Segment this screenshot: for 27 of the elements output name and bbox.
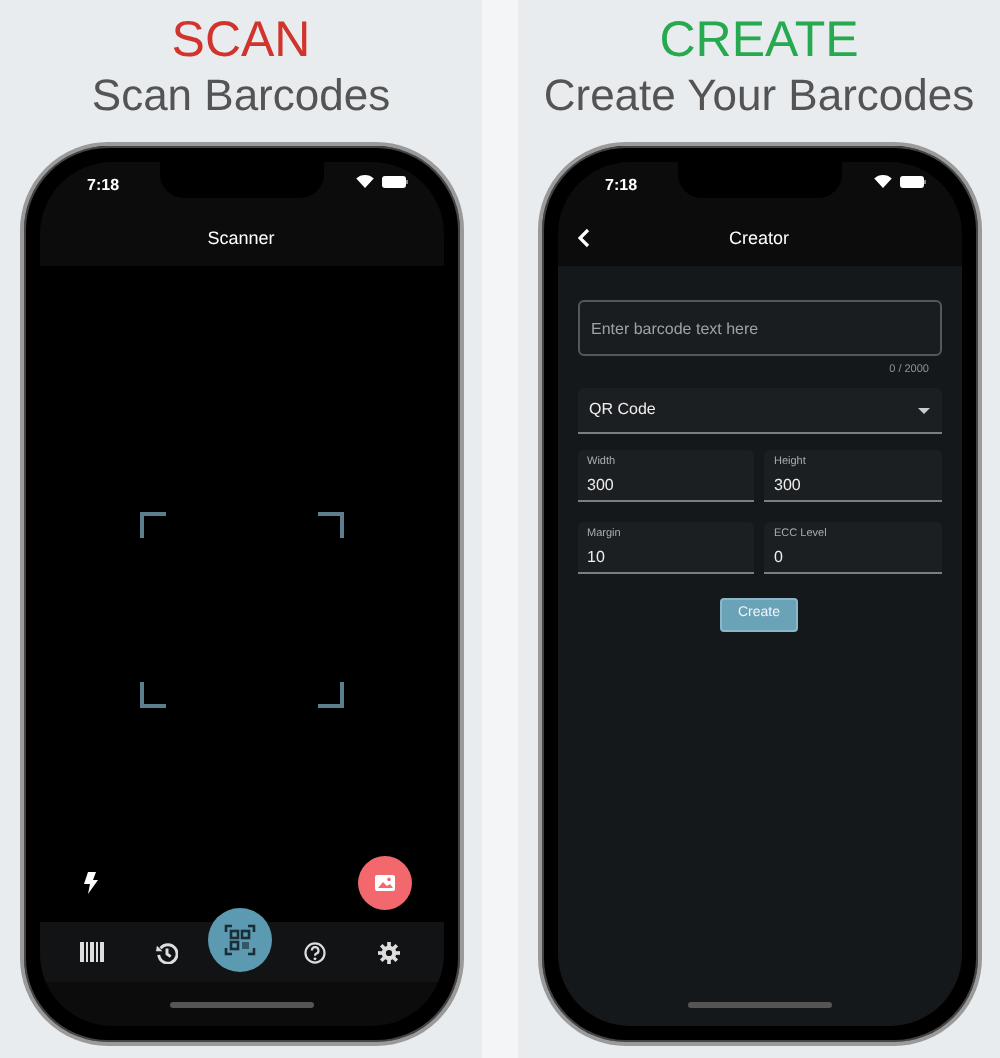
- wifi-icon: [355, 174, 373, 188]
- barcode-type-dropdown[interactable]: QR Code: [577, 388, 941, 434]
- caret-icon: [917, 407, 929, 413]
- home-indicator: [687, 1001, 831, 1007]
- text-input[interactable]: Enter barcode text here: [577, 300, 941, 356]
- history-icon[interactable]: [155, 941, 178, 963]
- status-time: 7:18: [87, 174, 120, 198]
- battery-icon: [899, 175, 925, 187]
- home-indicator: [169, 1001, 313, 1007]
- screen-title: Scanner: [207, 226, 275, 253]
- panel-heading: SCAN: [171, 12, 311, 70]
- panel-heading: CREATE: [659, 12, 859, 70]
- battery-icon: [381, 175, 407, 187]
- settings-icon[interactable]: [378, 941, 401, 963]
- help-icon[interactable]: [304, 941, 327, 963]
- barcode-icon[interactable]: [80, 942, 105, 962]
- flash-icon[interactable]: [83, 872, 97, 894]
- wifi-icon: [873, 174, 891, 188]
- qr-scan-icon: [224, 924, 257, 956]
- scan-button[interactable]: [208, 908, 273, 972]
- panel-subheading: Create Your Barcodes: [543, 70, 975, 122]
- image-icon: [373, 874, 395, 892]
- gallery-button[interactable]: [357, 856, 411, 910]
- screen-title: Creator: [728, 226, 789, 253]
- panel-subheading: Scan Barcodes: [91, 70, 391, 122]
- back-icon[interactable]: [577, 228, 589, 248]
- status-time: 7:18: [605, 174, 638, 198]
